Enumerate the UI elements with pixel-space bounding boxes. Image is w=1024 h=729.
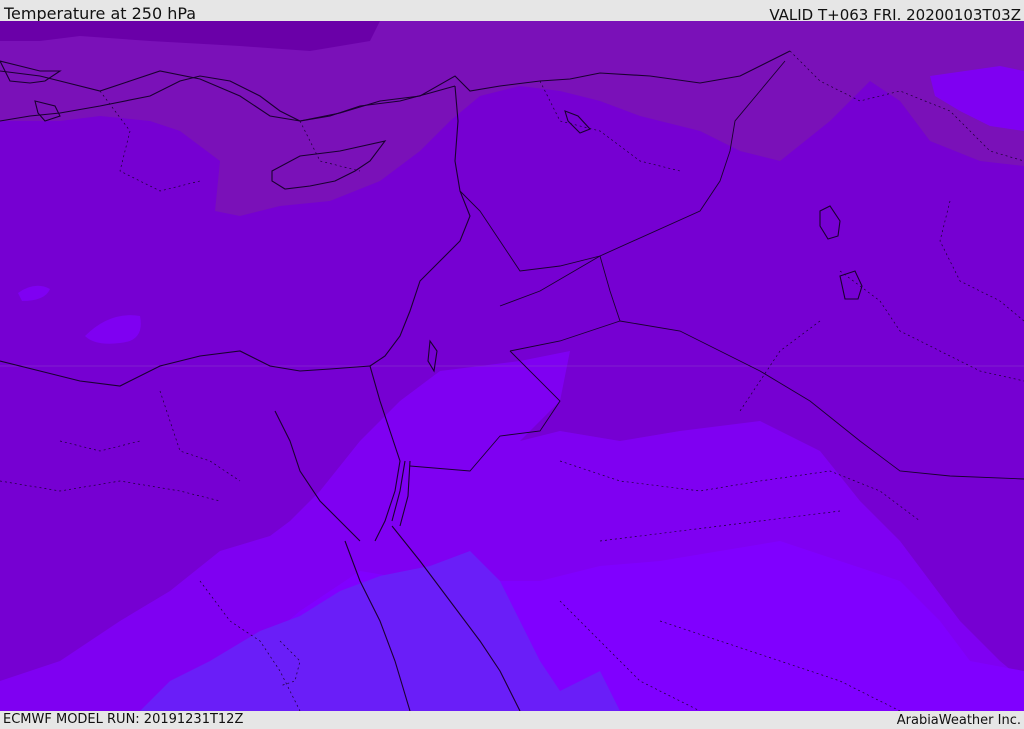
map-frame: Temperature at 250 hPa VALID T+063 FRI. … <box>0 0 1024 729</box>
map-canvas <box>0 21 1024 711</box>
temperature-map <box>0 21 1024 711</box>
credit-text: ArabiaWeather Inc. <box>896 713 1021 728</box>
header-bar: Temperature at 250 hPa VALID T+063 FRI. … <box>0 0 1024 24</box>
model-run: ECMWF MODEL RUN: 20191231T12Z <box>3 712 244 727</box>
footer-bar: ECMWF MODEL RUN: 20191231T12Z ArabiaWeat… <box>0 711 1024 729</box>
